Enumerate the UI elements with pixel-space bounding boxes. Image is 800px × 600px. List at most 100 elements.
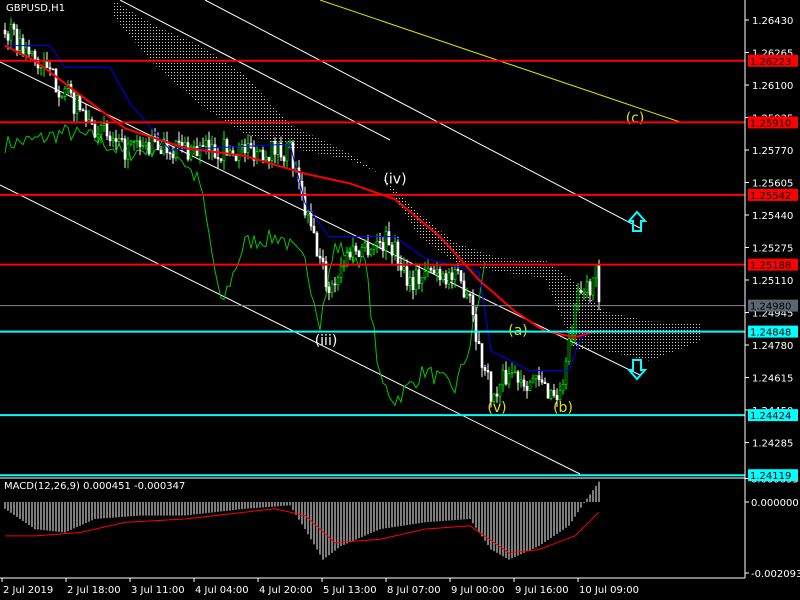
candle-body (342, 265, 346, 268)
candle-body (354, 245, 358, 252)
candle-body (453, 269, 457, 280)
candle-body (567, 338, 571, 362)
time-tick-label: 9 Jul 00:00 (451, 585, 505, 596)
price-label: 1.26223 (750, 57, 791, 68)
candle-body (180, 141, 184, 146)
price-chart[interactable]: (c)(iv)(iii)(a)(v) (b)1.264301.262651.261… (0, 0, 800, 600)
candle-body (516, 371, 520, 383)
candle-body (351, 245, 355, 258)
candle-body (3, 29, 7, 35)
candle-body (201, 145, 205, 147)
price-tick-label: 1.24285 (752, 439, 793, 450)
candle-body (435, 269, 439, 274)
candle-body (126, 143, 130, 160)
candle-body (285, 143, 289, 162)
time-tick-label: 4 Jul 20:00 (259, 585, 313, 596)
candle-body (495, 393, 499, 397)
candle-body (564, 360, 568, 385)
candle-body (219, 158, 223, 161)
candle-body (552, 390, 556, 396)
candle-body (348, 252, 352, 258)
candle-body (486, 370, 490, 373)
candle-body (183, 142, 187, 146)
candle-body (408, 277, 412, 286)
candle-body (237, 146, 241, 161)
candle-body (441, 273, 445, 281)
candle-body (582, 291, 586, 294)
candle-body (327, 286, 331, 294)
candle-body (594, 264, 598, 279)
candle-body (78, 94, 82, 111)
candle-body (381, 242, 385, 251)
candle-body (402, 266, 406, 271)
candle-body (171, 153, 175, 159)
candle-body (504, 369, 508, 385)
candle-body (141, 145, 145, 147)
candle-body (357, 250, 361, 257)
candle-body (471, 295, 475, 315)
candle-body (360, 247, 364, 257)
candle-body (72, 92, 76, 114)
candle-body (444, 273, 448, 285)
symbol-label: GBPUSD,H1 (6, 3, 66, 14)
candle-body (192, 146, 196, 148)
price-label: 1.24980 (750, 302, 791, 313)
candle-body (84, 110, 88, 122)
candle-body (222, 139, 226, 161)
candle-body (6, 33, 10, 41)
candle-body (12, 24, 16, 30)
candle-body (186, 142, 190, 160)
candle-body (270, 140, 274, 161)
time-tick-label: 2 Jul 2019 (3, 585, 53, 596)
candle-body (33, 50, 37, 60)
wave-label: (v) (487, 400, 506, 416)
candle-body (393, 241, 397, 256)
candle-body (372, 245, 376, 250)
price-label: 1.24119 (750, 471, 791, 482)
candle-body (420, 277, 424, 284)
time-tick-label: 3 Jul 11:00 (131, 585, 185, 596)
candle-body (390, 244, 394, 256)
price-tick-label: 1.24780 (752, 341, 793, 352)
price-label: 1.25188 (750, 261, 791, 272)
price-label: 1.25910 (750, 118, 791, 129)
candle-body (465, 293, 469, 298)
candle-body (282, 156, 286, 162)
candle-body (411, 277, 415, 291)
candle-body (87, 119, 91, 122)
candle-body (519, 379, 523, 383)
time-tick-label: 4 Jul 04:00 (195, 585, 249, 596)
candle-body (207, 139, 211, 153)
candle-body (405, 266, 409, 286)
macd-signal-line (5, 508, 600, 554)
candle-body (132, 140, 136, 143)
candle-body (54, 68, 58, 93)
macd-tick-label: 0.000000 (751, 498, 799, 509)
candle-body (528, 381, 532, 391)
candle-body (363, 242, 367, 248)
price-tick-label: 1.25770 (752, 146, 793, 157)
candle-body (330, 283, 334, 294)
candle-body (480, 343, 484, 368)
candle-body (108, 135, 112, 142)
candle-body (267, 156, 271, 161)
candle-body (120, 138, 124, 140)
candle-body (534, 375, 538, 380)
candle-body (375, 240, 379, 246)
candle-body (261, 149, 265, 161)
arrow-down-icon (626, 359, 648, 381)
candle-body (423, 271, 427, 278)
candle-body (507, 373, 511, 385)
candle-body (138, 140, 142, 147)
candle-body (513, 371, 517, 374)
price-tick-label: 1.25605 (752, 179, 793, 190)
candle-body (81, 109, 85, 112)
candle-body (27, 46, 31, 55)
time-tick-label: 2 Jul 18:00 (67, 585, 121, 596)
candle-body (129, 141, 133, 145)
candle-body (378, 240, 382, 243)
kijun-line (5, 45, 597, 372)
candle-body (123, 138, 127, 160)
candle-body (318, 255, 322, 259)
candle-body (258, 149, 262, 152)
